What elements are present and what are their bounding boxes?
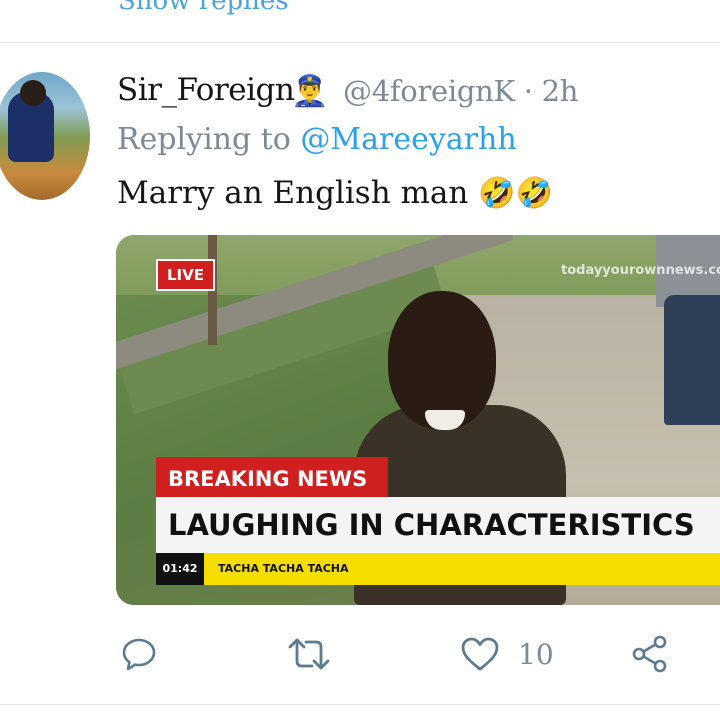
heart-icon xyxy=(460,635,500,673)
display-name[interactable]: Sir_Foreign xyxy=(117,72,295,108)
divider xyxy=(0,42,720,43)
boy-head xyxy=(388,291,496,429)
live-badge: LIVE xyxy=(156,259,215,291)
media-watermark: todayyourownnews.com xyxy=(561,263,720,278)
rolling-laughing-emoji: 🤣🤣 xyxy=(478,176,553,211)
tweet-meta: @4foreignK · 2h xyxy=(343,74,578,108)
police-officer-emoji: 👮‍♂️ xyxy=(291,74,329,109)
share-icon xyxy=(630,634,670,674)
ticker-clock: 01:42 xyxy=(156,553,204,585)
news-ticker: 01:42 TACHA TACHA TACHA xyxy=(156,553,720,585)
tweet-text: Marry an English man 🤣🤣 xyxy=(117,175,553,211)
tweet-body: Marry an English man xyxy=(117,175,469,211)
show-replies-link[interactable]: Show replies xyxy=(118,0,289,16)
reply-icon xyxy=(120,635,158,673)
reply-button[interactable] xyxy=(120,634,158,674)
avatar[interactable] xyxy=(0,72,90,200)
replying-to-line: Replying to @Mareeyarhh xyxy=(117,122,517,157)
replying-to-prefix: Replying to xyxy=(117,122,291,157)
like-button[interactable]: 10 xyxy=(460,634,554,674)
ticker-text: TACHA TACHA TACHA xyxy=(218,562,349,575)
retweet-button[interactable] xyxy=(286,634,332,674)
share-button[interactable] xyxy=(630,634,670,674)
like-count: 10 xyxy=(518,637,554,671)
divider xyxy=(0,704,720,705)
meta-separator: · xyxy=(523,74,533,108)
news-headline: LAUGHING IN CHARACTERISTICS xyxy=(156,497,720,553)
breaking-news-banner: BREAKING NEWS xyxy=(156,457,388,501)
mention-link[interactable]: @Mareeyarhh xyxy=(300,122,516,157)
avatar-head xyxy=(20,80,46,106)
background-person-legs xyxy=(664,295,720,425)
tweet-media-image[interactable]: todayyourownnews.com LIVE BREAKING NEWS … xyxy=(116,235,720,605)
user-handle[interactable]: @4foreignK xyxy=(343,74,515,108)
retweet-icon xyxy=(286,635,332,673)
tweet-time[interactable]: 2h xyxy=(542,74,579,108)
